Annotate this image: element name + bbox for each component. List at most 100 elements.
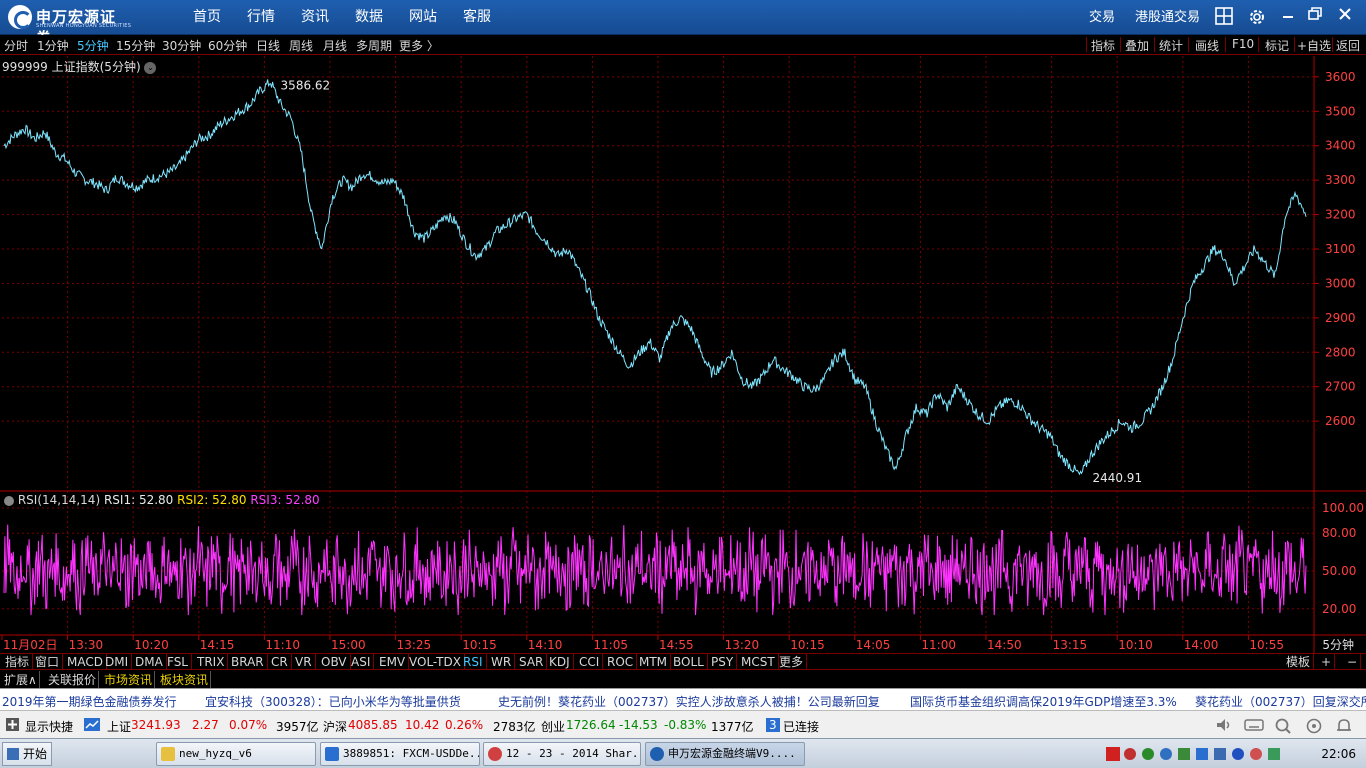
tool-draw[interactable]: 画线 — [1195, 37, 1219, 54]
rsi-collapse-icon[interactable] — [4, 495, 14, 506]
indicator-tab-wr[interactable]: WR — [488, 654, 516, 670]
nav-quotes[interactable]: 行情 — [247, 0, 275, 35]
indicator-tab-vr[interactable]: VR — [292, 654, 316, 670]
indicator-tab-obv[interactable]: OBV — [318, 654, 351, 670]
indicator-tab-mtm[interactable]: MTM — [636, 654, 672, 670]
keyboard-icon[interactable] — [1244, 718, 1264, 735]
x-tick-label: 13:25 — [397, 638, 432, 652]
indicator-tab-mcst[interactable]: MCST — [738, 654, 779, 670]
news-item[interactable]: 2019年第一期绿色金融债券发行 — [2, 693, 177, 710]
nav-news[interactable]: 资讯 — [301, 0, 329, 35]
tab-sector-news[interactable]: 板块资讯 — [158, 671, 212, 688]
restore-icon[interactable] — [1304, 7, 1326, 27]
tab-expand[interactable]: 扩展∧ — [2, 671, 40, 688]
period-daily[interactable]: 日线 — [256, 37, 280, 54]
news-item[interactable]: 葵花药业（002737）回复深交所 — [1195, 693, 1366, 710]
logo-mark-icon — [8, 5, 32, 29]
news-item[interactable]: 史无前例！葵花药业（002737）实控人涉故意杀人被捕！公司最新回复 — [498, 693, 880, 710]
task-folder[interactable]: new_hyzq_v6 — [156, 742, 316, 766]
indicator-tab-trix[interactable]: TRIX — [194, 654, 229, 670]
indicator-tab-boll[interactable]: BOLL — [670, 654, 708, 670]
period-multi[interactable]: 多周期 — [356, 37, 392, 54]
indicator-tab-psy[interactable]: PSY — [708, 654, 738, 670]
indicator-tab-brar[interactable]: BRAR — [228, 654, 268, 670]
news-item[interactable]: 国际货币基金组织调高保2019年GDP增速至3.3% — [910, 693, 1177, 710]
tool-stats[interactable]: 统计 — [1159, 37, 1183, 54]
bell-icon[interactable] — [1336, 718, 1352, 737]
minimize-icon[interactable] — [1277, 7, 1299, 27]
tool-overlay[interactable]: 叠加 — [1125, 37, 1149, 54]
hk-trade-link[interactable]: 港股通交易 — [1135, 0, 1200, 35]
x-tick-label: 14:55 — [659, 638, 694, 652]
chart-area[interactable]: 3600 3500 3400 3300 3200 3100 3000 2900 2800 2700… — [0, 56, 1366, 653]
add-pane-icon[interactable]: + — [1318, 654, 1336, 670]
app-z-icon — [325, 747, 339, 761]
indicator-tab-vol-tdx[interactable]: VOL-TDX — [406, 654, 465, 670]
remove-pane-icon[interactable]: − — [1344, 654, 1362, 670]
indicator-tab-cci[interactable]: CCI — [576, 654, 604, 670]
task-label: 12 - 23 - 2014 Shar... — [506, 747, 641, 760]
tool-mark[interactable]: 标记 — [1265, 37, 1289, 54]
settings-gear-icon[interactable] — [1246, 7, 1268, 27]
chart-icon[interactable] — [84, 718, 100, 734]
indicator-tab-dmi[interactable]: DMI — [102, 654, 133, 670]
period-60min[interactable]: 60分钟 — [208, 37, 247, 54]
nav-data[interactable]: 数据 — [355, 0, 383, 35]
task-browser[interactable]: 12 - 23 - 2014 Shar... — [483, 742, 641, 766]
rsi2-value: 52.80 — [212, 493, 247, 507]
nav-website[interactable]: 网站 — [409, 0, 437, 35]
indicator-tab-kdj[interactable]: KDJ — [546, 654, 574, 670]
tool-add-favorite[interactable]: +自选 — [1297, 37, 1331, 54]
tool-back[interactable]: 返回 — [1336, 37, 1360, 54]
bottom-tabs: 扩展∧ 关联报价 市场资讯 板块资讯 — [0, 670, 1366, 688]
speaker-icon[interactable] — [1215, 718, 1233, 735]
period-15min[interactable]: 15分钟 — [116, 37, 155, 54]
browser-icon — [488, 747, 502, 761]
nav-home[interactable]: 首页 — [193, 0, 221, 35]
close-icon[interactable] — [1334, 7, 1356, 27]
title-dropdown-icon[interactable]: ⌄ — [144, 61, 157, 74]
plus-icon[interactable] — [6, 718, 19, 734]
x-tick-label: 10:10 — [1118, 638, 1153, 652]
tool-f10[interactable]: F10 — [1232, 37, 1254, 51]
search-icon[interactable] — [1274, 718, 1292, 737]
indicator-tab-asi[interactable]: ASI — [348, 654, 375, 670]
chart-canvas[interactable]: 3600 3500 3400 3300 3200 3100 3000 2900 2800 2700… — [0, 56, 1366, 653]
y-tick-label: 3100 — [1325, 242, 1356, 256]
indicator-tab-fsl[interactable]: FSL — [164, 654, 192, 670]
nav-service[interactable]: 客服 — [463, 0, 491, 35]
period-5min[interactable]: 5分钟 — [77, 37, 109, 54]
indicator-tab-emv[interactable]: EMV — [376, 654, 410, 670]
indicator-tab-cr[interactable]: CR — [268, 654, 292, 670]
trade-link[interactable]: 交易 — [1089, 0, 1115, 35]
task-swhy-terminal[interactable]: 申万宏源金融终端V9.... — [645, 742, 805, 766]
indicator-tab-窗口[interactable]: 窗口 — [32, 654, 64, 670]
show-shortcut-label[interactable]: 显示快捷 — [25, 718, 73, 735]
period-more[interactable]: 更多 〉 — [399, 37, 439, 54]
period-monthly[interactable]: 月线 — [323, 37, 347, 54]
news-item[interactable]: 宜安科技（300328）：已向小米华为等批量供货 — [205, 693, 461, 710]
indicator-tab-roc[interactable]: ROC — [604, 654, 638, 670]
tab-related-quotes[interactable]: 关联报价 — [46, 671, 100, 688]
message-icon[interactable] — [1305, 718, 1323, 737]
rsi-label[interactable]: RSI(14,14,14) — [18, 493, 100, 507]
period-timeshare[interactable]: 分时 — [4, 37, 28, 54]
period-weekly[interactable]: 周线 — [289, 37, 313, 54]
sh-index-value: 3241.93 — [131, 718, 181, 732]
period-30min[interactable]: 30分钟 — [162, 37, 201, 54]
tab-market-news[interactable]: 市场资讯 — [102, 671, 156, 688]
indicator-tab-sar[interactable]: SAR — [516, 654, 548, 670]
indicator-tab-dma[interactable]: DMA — [132, 654, 167, 670]
system-tray — [1106, 746, 1296, 762]
template-button[interactable]: 模板 — [1283, 654, 1315, 670]
indicator-tab-macd[interactable]: MACD — [64, 654, 107, 670]
indicator-tab-指标[interactable]: 指标 — [2, 654, 34, 670]
indicator-tab-rsi[interactable]: RSI — [460, 654, 487, 670]
period-1min[interactable]: 1分钟 — [37, 37, 69, 54]
start-button[interactable]: 开始 — [2, 742, 52, 766]
grid-icon[interactable] — [1213, 7, 1235, 27]
tool-indicator[interactable]: 指标 — [1091, 37, 1115, 54]
period-indicator-label: 5分钟 — [1322, 638, 1354, 652]
task-fxcm[interactable]: 3889851: FXCM-USDDe... — [320, 742, 480, 766]
indicator-tab-更多[interactable]: 更多 — [776, 654, 808, 670]
